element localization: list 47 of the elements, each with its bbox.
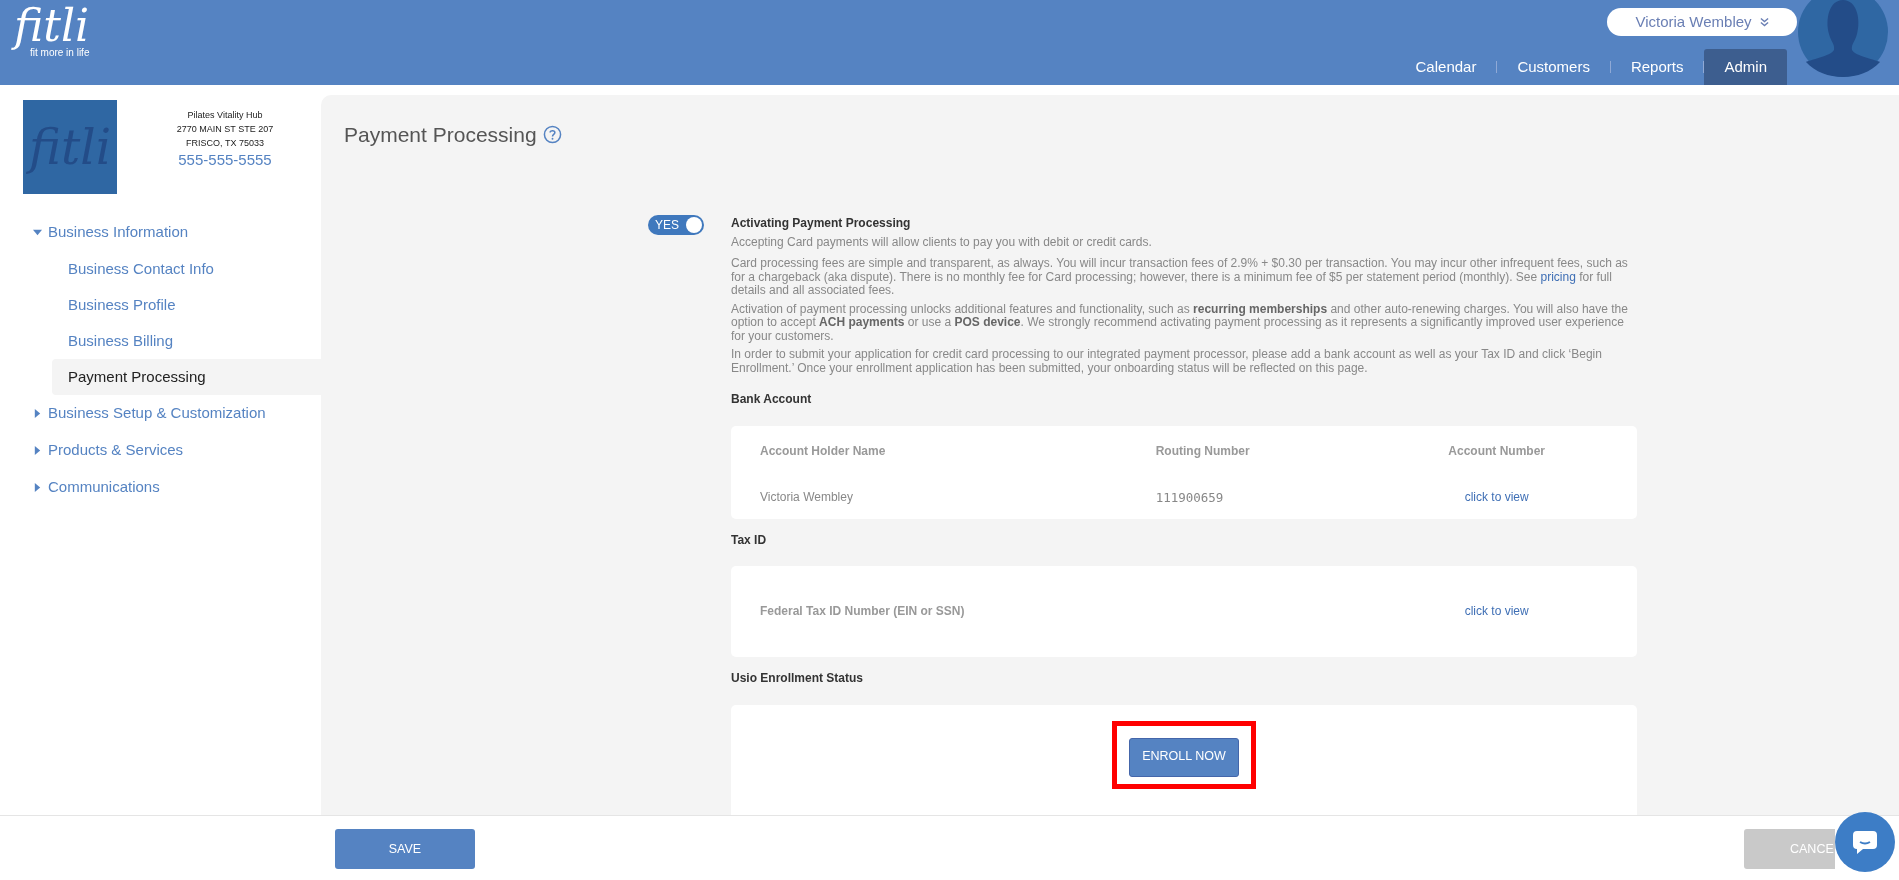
field-label: Federal Tax ID Number (EIN or SSN) — [760, 604, 966, 619]
sidebar-section[interactable]: Products & Services — [0, 432, 184, 469]
section-heading: Usio Enrollment Status — [731, 672, 865, 686]
sidebar-item[interactable]: Business Profile — [52, 287, 321, 323]
user-menu[interactable]: Victoria Wembley — [1607, 8, 1797, 36]
business-address: 2770 MAIN ST STE 207 — [176, 123, 274, 136]
pricing-link[interactable]: pricing — [1540, 269, 1576, 284]
chat-button[interactable] — [1835, 812, 1895, 872]
business-address: FRISCO, TX 75033 — [186, 137, 264, 150]
business-phone: 555-555-5555 — [178, 150, 272, 170]
sidebar-item[interactable]: Business Contact Info — [52, 251, 321, 287]
enrollment-note: In order to submit your application for credit card processing to our integrated payment processor, please add a bank account as well as your Tax ID and click ‘Begin Enrollment.’ Once your enrollment application has been submitted, your onboarding status will be reflected on this page. — [731, 348, 1603, 375]
section-heading: Activating Payment Processing — [731, 214, 912, 231]
sidebar-section[interactable]: Business Setup & Customization — [0, 395, 266, 432]
nav-tab[interactable]: Admin — [1704, 49, 1787, 85]
features-text: Activation of payment processing unlocks additional features and functionality, such as recurring memberships and other auto-renewing charges. You will also have the option to accept ACH payments or use a POS device. We strongly recommend activating payment processing as it represents a significantly improved user experience for your customers. — [731, 302, 1629, 343]
column-header: Routing Number — [1154, 444, 1251, 460]
yes-toggle[interactable]: YES — [648, 214, 704, 235]
click-to-view-link[interactable]: click to view — [1464, 603, 1529, 618]
caret-icon — [33, 446, 42, 455]
caret-icon — [33, 228, 42, 237]
logo-tagline: fit more in life — [30, 48, 90, 58]
sidebar-item[interactable]: Payment Processing — [52, 359, 321, 395]
sidebar-section[interactable]: Communications — [0, 469, 160, 506]
caret-icon — [33, 483, 42, 492]
section-heading: Bank Account — [731, 393, 813, 407]
sidebar-item[interactable]: Business Billing — [52, 323, 321, 359]
click-to-view-link[interactable]: click to view — [1464, 489, 1529, 504]
sidebar-section[interactable]: Business Information — [0, 214, 189, 251]
help-icon[interactable] — [542, 125, 562, 145]
chat-bubble-icon — [1851, 828, 1879, 856]
save-button[interactable]: SAVE — [335, 829, 475, 869]
intro-text: Accepting Card payments will allow clients to pay you with debit or credit cards. — [731, 235, 1153, 249]
business-name: Pilates Vitality Hub — [187, 109, 263, 122]
double-chevron-icon — [1759, 17, 1769, 27]
caret-icon — [33, 409, 42, 418]
section-heading: Tax ID — [731, 533, 768, 547]
nav-tab[interactable]: Customers — [1497, 49, 1610, 85]
table-cell-text: Victoria Wembley — [760, 490, 854, 506]
nav-tab[interactable]: Calendar — [1395, 49, 1497, 85]
column-header: Account Number — [1447, 444, 1546, 460]
nav-tab[interactable]: Reports — [1610, 49, 1704, 85]
column-header: Account Holder Name — [760, 444, 887, 460]
table-cell-text: 111900659 — [1154, 490, 1225, 507]
fees-text: Card processing fees are simple and transparent, as always. You will incur transaction fees of 2.9% + $0.30 per transaction. You may incur other infrequent fees, such as for a chargeback (aka dispute). There is no monthly fee for Card processing; however, there is a minimum fee of $5 per statement period (monthly). See pricing for full details and all associated fees. — [731, 257, 1629, 298]
page-title: Payment Processing — [344, 122, 537, 148]
enroll-now-button[interactable]: ENROLL NOW — [1129, 737, 1239, 777]
